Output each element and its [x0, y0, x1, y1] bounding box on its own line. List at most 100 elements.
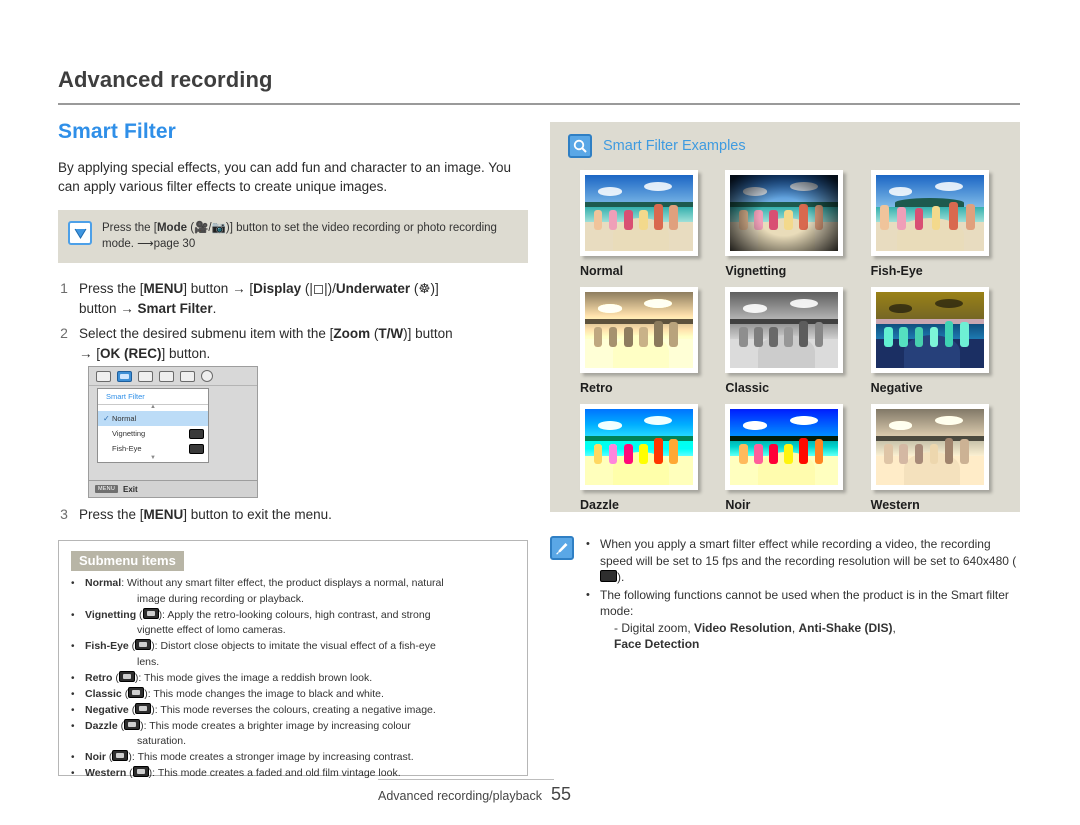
list-item: • Classic (): This mode changes the imag… [71, 686, 515, 703]
list-item: • Retro (): This mode gives the image a … [71, 670, 515, 687]
list-item: • Negative (): This mode reverses the co… [71, 702, 515, 719]
left-column: Smart Filter By applying special effects… [58, 120, 528, 369]
example-cell-dazzle: Dazzle [580, 404, 711, 512]
bullet-icon: • [71, 578, 75, 589]
list-item: • Vignetting (): Apply the retro-looking… [71, 607, 515, 639]
thumbnail-dazzle [580, 404, 698, 490]
tip-text: Press the [Mode (🎥/📷)] button to set the… [102, 222, 497, 250]
lcd-bottom-bar: MENU Exit [89, 480, 257, 497]
note-subline-2: Face Detection [614, 637, 700, 651]
note-text: When you apply a smart filter effect whi… [600, 537, 1017, 584]
tab-icon-share[interactable] [159, 370, 174, 382]
note-text: The following functions cannot be used w… [600, 587, 1020, 653]
example-label: Fish-Eye [870, 264, 923, 278]
example-cell-normal: Normal [580, 170, 711, 278]
footer-divider [378, 779, 554, 780]
thumbnail-fisheye [870, 170, 989, 256]
lcd-row-fisheye[interactable]: Fish-Eye [98, 441, 208, 456]
example-cell-negative: Negative [870, 287, 1002, 395]
bullet-icon: • [71, 641, 75, 652]
beach-image [730, 175, 839, 251]
page-number: 55 [551, 784, 572, 804]
list-item: • Noir (): This mode creates a stronger … [71, 750, 515, 766]
item-text: Negative (): This mode reverses the colo… [85, 702, 436, 716]
bullet-icon: • [71, 609, 75, 621]
thumbnail-negative [870, 287, 989, 373]
fisheye-icon [135, 639, 152, 650]
tab-icon-globe[interactable] [180, 370, 195, 382]
example-label: Western [870, 498, 920, 512]
item-text: Classic (): This mode changes the image … [85, 686, 384, 700]
check-square-icon [68, 221, 92, 245]
western-icon [132, 766, 149, 777]
negative-icon [135, 702, 152, 714]
lcd-row-label: Vignetting [112, 429, 146, 438]
list-item: • Normal: Without any smart filter effec… [71, 576, 515, 607]
dazzle-icon [124, 718, 141, 730]
camera-lcd-mockup: Smart Filter ▲ ✓ Normal Vignetting Fish-… [88, 366, 258, 498]
vignetting-icon [189, 428, 204, 439]
lcd-row-normal[interactable]: ✓ Normal [98, 411, 208, 426]
thumbnail-classic [725, 287, 844, 373]
resolution-icon [600, 570, 617, 582]
example-label: Classic [725, 381, 770, 395]
vignetting-icon [142, 607, 159, 619]
example-label: Normal [580, 264, 624, 278]
noir-icon [112, 750, 129, 761]
step-3: 3 Press the [MENU] button to exit the me… [58, 505, 528, 525]
lcd-exit-label[interactable]: Exit [123, 485, 138, 494]
submenu-list: • Normal: Without any smart filter effec… [71, 576, 515, 782]
bullet-icon: • [586, 588, 590, 601]
step-text: Press the [MENU] button to exit the menu… [79, 507, 332, 522]
example-label: Noir [725, 498, 751, 512]
section-title: Smart Filter [58, 120, 176, 143]
submenu-badge: Submenu items [71, 551, 184, 571]
example-cell-classic: Classic [725, 287, 856, 395]
tab-icon-settings[interactable] [201, 370, 213, 382]
tab-icon-recording[interactable] [96, 370, 111, 382]
intro-paragraph: By applying special effects, you can add… [58, 160, 512, 194]
example-label: Retro [580, 381, 613, 395]
classic-icon [128, 686, 145, 698]
example-cell-fisheye: Fish-Eye [870, 170, 1002, 278]
steps-list: 1 Press the [MENU] button → [Display (|◻… [58, 279, 528, 363]
note-item-2: • The following functions cannot be used… [586, 587, 1020, 653]
tab-icon-display[interactable] [117, 370, 132, 382]
examples-grid: Normal Vignetting Fish-Eye Retro Classic… [550, 158, 1020, 521]
beach-image [585, 409, 693, 485]
note-pen-icon [550, 536, 574, 560]
thumbnail-normal [580, 170, 698, 256]
magnifier-icon [568, 134, 592, 158]
submenu-items-box: Submenu items • Normal: Without any smar… [58, 540, 528, 779]
item-text: Fish-Eye (): Distort close objects to im… [85, 639, 436, 668]
beach-image [875, 175, 984, 251]
item-text: Retro (): This mode gives the image a re… [85, 670, 373, 684]
item-text: Normal: Without any smart filter effect,… [85, 577, 444, 605]
page-title: Advanced recording [58, 67, 273, 92]
thumbnail-retro [580, 287, 698, 373]
menu-key-icon[interactable]: MENU [95, 485, 118, 493]
tab-icon-playback[interactable] [138, 370, 153, 382]
header-divider [58, 103, 1020, 105]
lcd-submenu-panel: Smart Filter ▲ ✓ Normal Vignetting Fish-… [97, 388, 209, 463]
thumbnail-western [870, 404, 989, 490]
beach-image [730, 292, 839, 368]
examples-header: Smart Filter Examples [550, 122, 1020, 158]
example-cell-noir: Noir [725, 404, 856, 512]
item-text: Dazzle (): This mode creates a brighter … [85, 718, 411, 747]
footer: Advanced recording/playback 55 [378, 784, 678, 805]
beach-image [585, 175, 693, 251]
lcd-row-label: Fish-Eye [112, 444, 142, 453]
bullet-icon: • [71, 752, 75, 763]
bullet-icon: • [71, 704, 75, 716]
note-box: • When you apply a smart filter effect w… [550, 536, 1020, 654]
lcd-row-vignetting[interactable]: Vignetting [98, 426, 208, 441]
examples-title: Smart Filter Examples [603, 138, 746, 154]
beach-image [585, 292, 693, 368]
item-text: Vignetting (): Apply the retro-looking c… [85, 607, 431, 636]
thumbnail-vignetting [725, 170, 844, 256]
example-label: Negative [870, 381, 923, 395]
note-subline: - Digital zoom, Video Resolution, Anti-S… [614, 620, 896, 635]
scroll-down-arrow[interactable]: ▼ [98, 455, 208, 462]
fisheye-icon [189, 443, 204, 454]
